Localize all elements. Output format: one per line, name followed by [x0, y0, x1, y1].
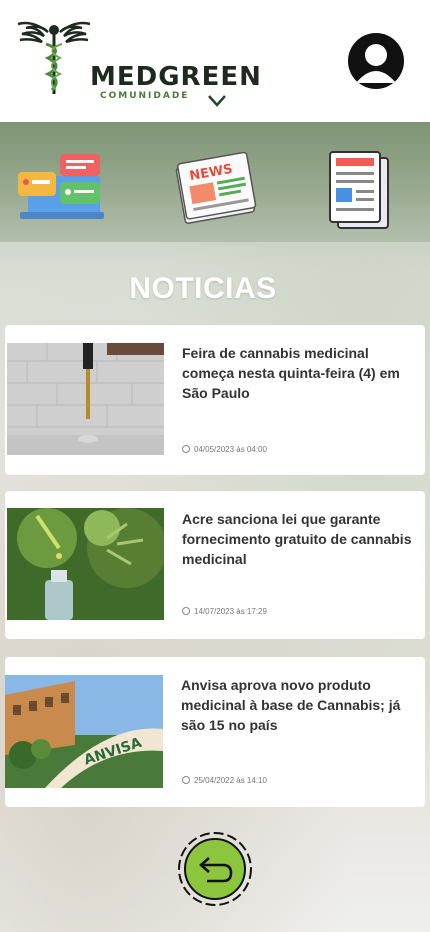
- news-date: 25/04/2022 às 14:10: [182, 776, 267, 785]
- news-card[interactable]: Acre sanciona lei que garante fornecimen…: [5, 491, 425, 639]
- news-date: 04/05/2023 às 04:00: [182, 445, 267, 454]
- app-header: MEDGREEN COMUNIDADE: [0, 0, 430, 122]
- news-card[interactable]: Feira de cannabis medicinal começa nesta…: [5, 325, 425, 475]
- news-date-text: 25/04/2022 às 14:10: [194, 776, 267, 785]
- document-icon[interactable]: [328, 150, 392, 230]
- news-thumbnail: [7, 508, 164, 620]
- news-thumbnail: [7, 343, 164, 455]
- news-date-text: 04/05/2023 às 04:00: [194, 445, 267, 454]
- news-icon[interactable]: NEWS: [172, 152, 258, 224]
- news-card[interactable]: ANVISA Anvisa aprova novo produto medici…: [5, 657, 425, 807]
- user-avatar-icon[interactable]: [348, 33, 404, 89]
- brand-name: MEDGREEN: [90, 62, 262, 92]
- news-date: 14/07/2023 às 17:29: [182, 607, 267, 616]
- back-button[interactable]: [177, 831, 253, 907]
- news-thumbnail: ANVISA: [5, 675, 163, 788]
- category-icon-bar: NEWS: [0, 122, 430, 242]
- page-title: NOTICIAS: [129, 272, 277, 305]
- clock-icon: [182, 607, 190, 615]
- medgreen-logo[interactable]: MEDGREEN COMUNIDADE: [12, 18, 261, 101]
- news-headline[interactable]: Acre sanciona lei que garante fornecimen…: [182, 509, 414, 569]
- clock-icon: [182, 445, 190, 453]
- news-date-text: 14/07/2023 às 17:29: [194, 607, 267, 616]
- brand-tagline: COMUNIDADE: [100, 91, 190, 101]
- chat-icon[interactable]: [16, 152, 106, 222]
- chevron-down-icon[interactable]: [206, 92, 228, 108]
- news-headline[interactable]: Feira de cannabis medicinal começa nesta…: [182, 343, 414, 403]
- clock-icon: [182, 776, 190, 784]
- news-headline[interactable]: Anvisa aprova novo produto medicinal à b…: [181, 675, 413, 735]
